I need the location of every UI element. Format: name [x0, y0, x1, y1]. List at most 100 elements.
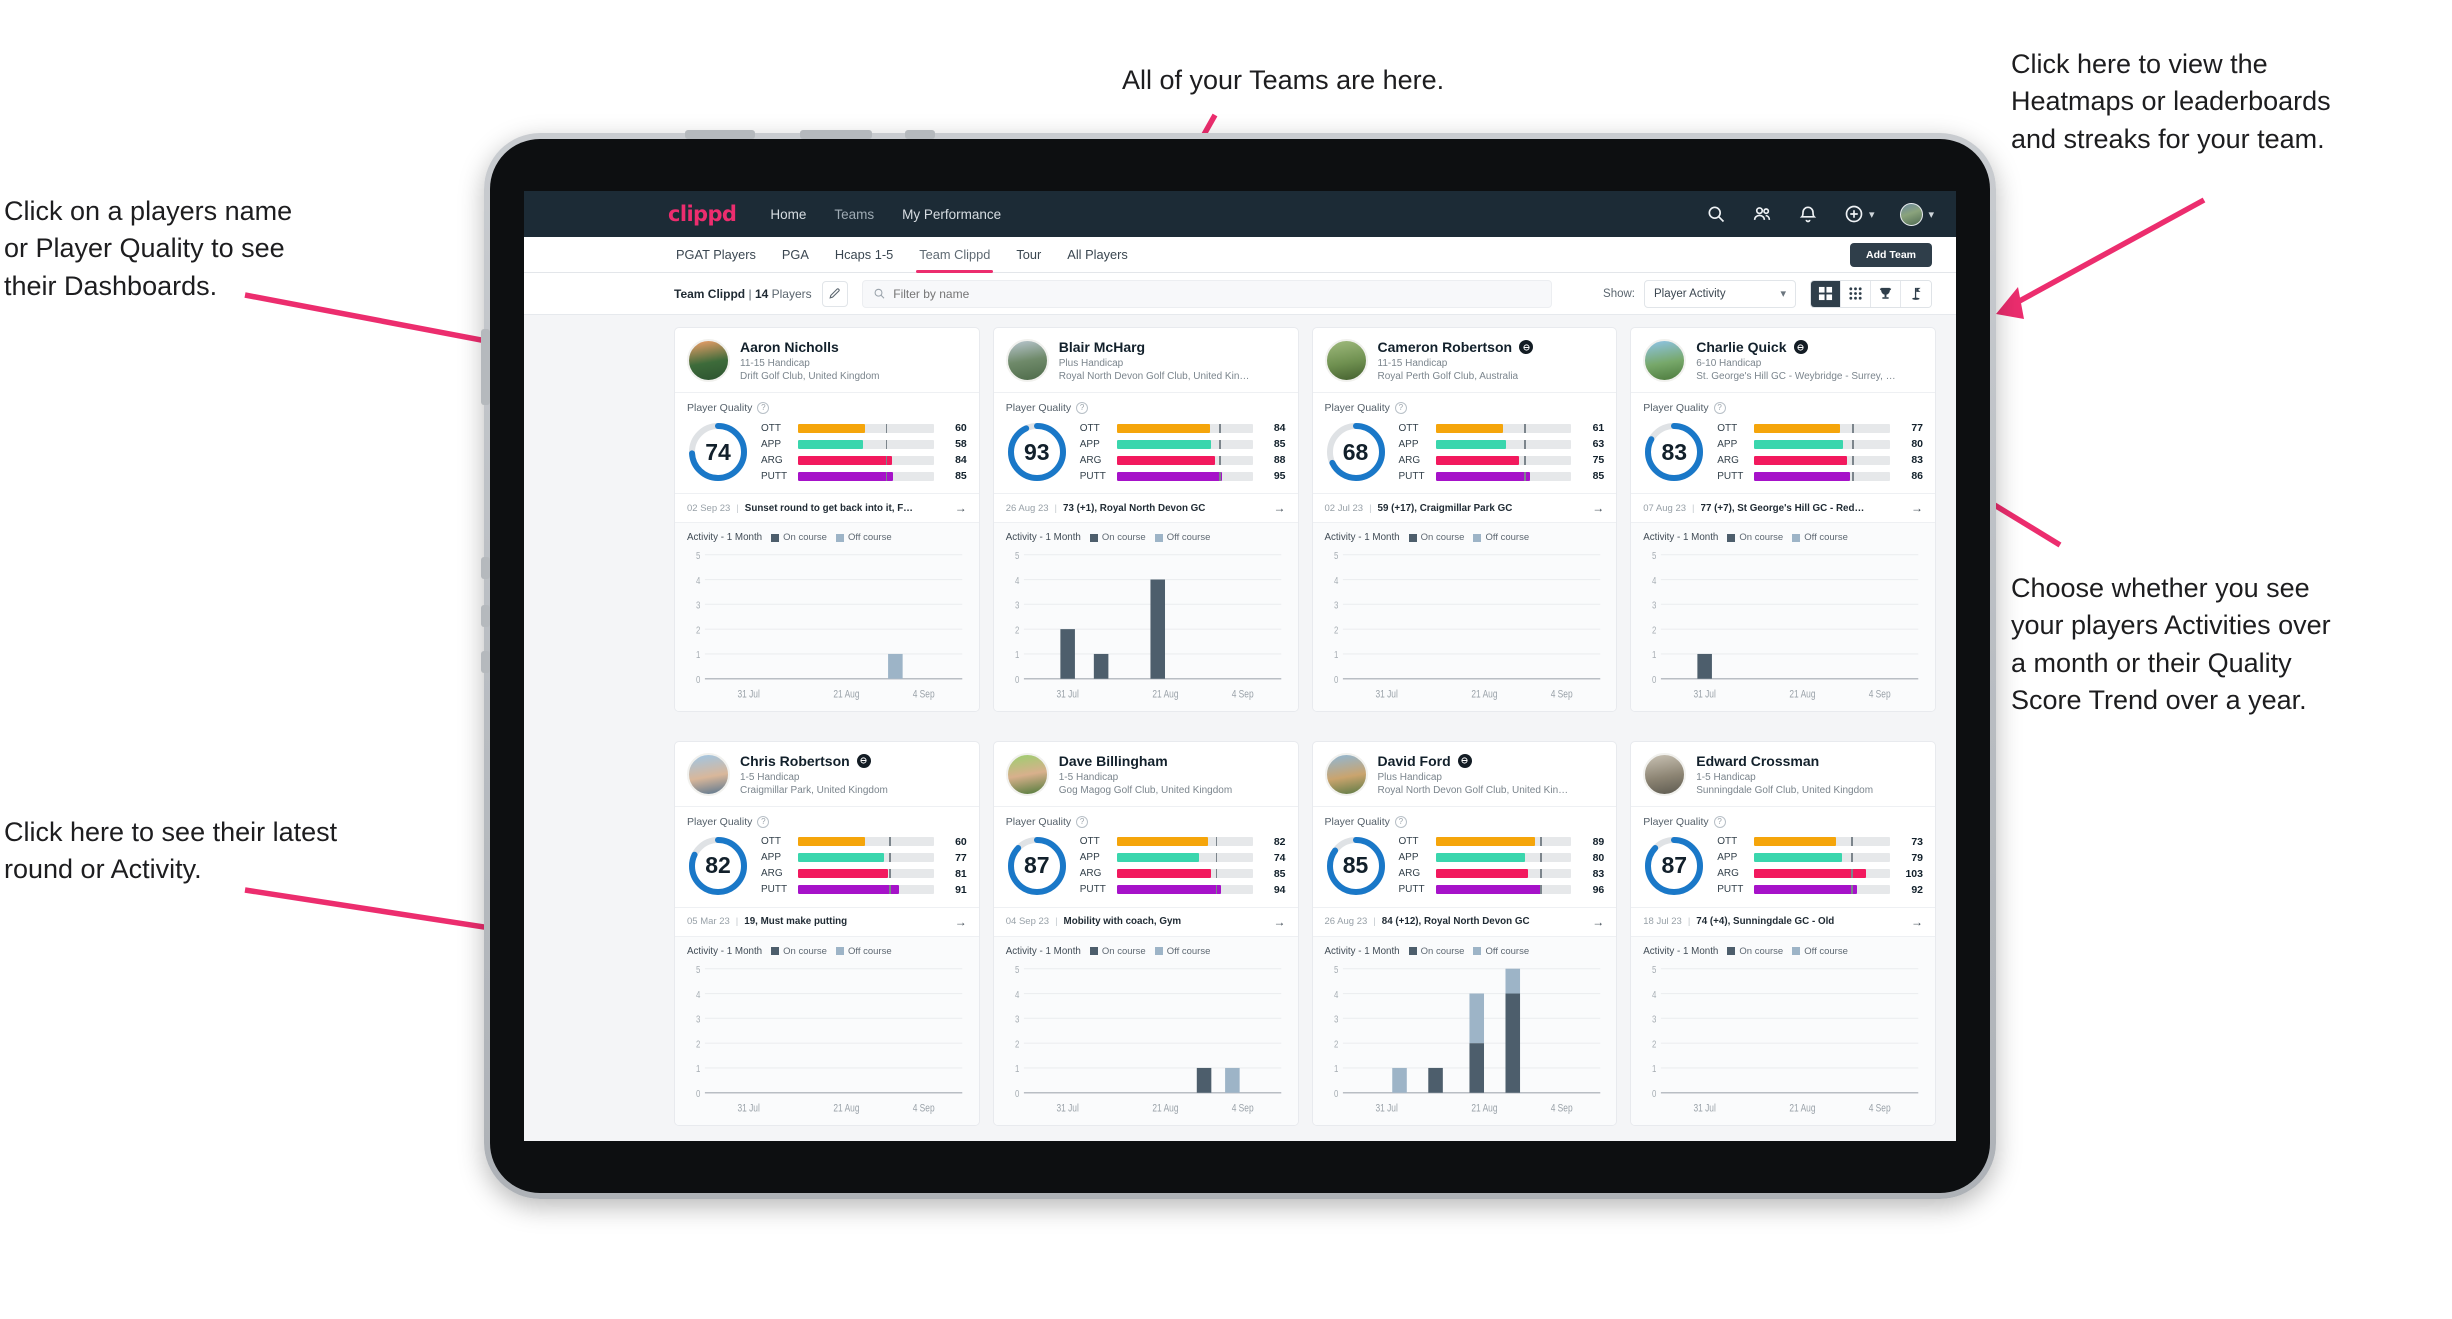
arrow-right-icon[interactable]: → — [1274, 501, 1286, 515]
activity-section: Activity - 1 Month On course Off course 5 4 3… — [993, 936, 1298, 1125]
help-icon[interactable]: ? — [1076, 402, 1089, 414]
nav-link-home[interactable]: Home — [770, 207, 806, 222]
edit-team-button[interactable] — [821, 280, 848, 307]
chevron-down-icon-user[interactable]: ▾ — [1928, 208, 1934, 221]
arrow-right-icon[interactable]: → — [1274, 915, 1286, 929]
arrow-right-icon[interactable]: → — [1911, 501, 1923, 515]
trophy-icon-button[interactable] — [1871, 280, 1901, 307]
player-quality-section[interactable]: Player Quality? 85 OTT 89 APP 80 ARG 83 PUTT 96 — [1312, 805, 1617, 907]
tab-hcaps-1-5[interactable]: Hcaps 1-5 — [835, 237, 893, 273]
nav-link-my-performance[interactable]: My Performance — [902, 207, 1001, 222]
golf-flag-icon-button[interactable] — [1901, 280, 1931, 307]
help-icon[interactable]: ? — [1394, 402, 1407, 414]
player-quality-section[interactable]: Player Quality? 83 OTT 77 APP 80 ARG 83 PUTT 86 — [1631, 392, 1935, 493]
player-photo[interactable] — [687, 752, 730, 796]
latest-round-row[interactable]: 07 Aug 23 | 77 (+7), St George's Hill GC -… — [1631, 493, 1935, 523]
svg-text:2: 2 — [1015, 625, 1019, 636]
player-card[interactable]: Blair McHarg Plus Handicap Royal North Dev… — [992, 327, 1299, 712]
player-card[interactable]: Aaron Nicholls 11-15 Handicap Drift Golf C… — [674, 327, 980, 712]
tab-all-players[interactable]: All Players — [1067, 237, 1127, 273]
player-name-row[interactable]: Blair McHarg — [1059, 339, 1250, 355]
player-name[interactable]: Charlie Quick — [1696, 339, 1786, 355]
latest-round-row[interactable]: 02 Jul 23 | 59 (+17), Craigmillar Park GC → — [1312, 493, 1617, 523]
quality-metric-benchmark-tick — [885, 423, 888, 433]
arrow-right-icon[interactable]: → — [1592, 501, 1604, 515]
clippd-logo[interactable]: clippd — [668, 202, 737, 226]
user-menu[interactable]: ▾ — [1900, 202, 1934, 226]
help-icon[interactable]: ? — [1713, 402, 1726, 414]
player-name[interactable]: Chris Robertson — [740, 753, 850, 769]
help-icon[interactable]: ? — [1076, 815, 1089, 828]
player-card[interactable]: Edward Crossman 1-5 Handicap Sunningdale G… — [1630, 740, 1936, 1126]
add-team-button[interactable]: Add Team — [1850, 243, 1932, 267]
arrow-right-icon[interactable]: → — [955, 915, 967, 929]
search-box[interactable] — [861, 279, 1552, 308]
player-photo[interactable] — [687, 339, 730, 382]
player-name[interactable]: Blair McHarg — [1059, 339, 1145, 355]
latest-round-row[interactable]: 26 Aug 23 | 73 (+1), Royal North Devon GC → — [993, 493, 1298, 523]
player-card[interactable]: Charlie Quick 6-10 Handicap St. George's H… — [1630, 327, 1936, 712]
help-icon[interactable]: ? — [757, 402, 770, 414]
player-name-row[interactable]: Chris Robertson — [740, 753, 888, 769]
player-name-row[interactable]: Cameron Robertson — [1378, 339, 1534, 355]
player-card[interactable]: David Ford Plus Handicap Royal North Devon… — [1311, 740, 1618, 1126]
chevron-down-icon-add[interactable]: ▾ — [1869, 208, 1875, 221]
player-quality-title: Player Quality? — [1325, 815, 1605, 828]
player-name[interactable]: Cameron Robertson — [1378, 339, 1513, 355]
player-quality-section[interactable]: Player Quality? 87 OTT 82 APP 74 ARG 85 PUTT 94 — [993, 805, 1298, 907]
player-photo[interactable] — [1643, 752, 1687, 796]
player-name-row[interactable]: Edward Crossman — [1696, 753, 1873, 769]
tab-pgat-players[interactable]: PGAT Players — [676, 237, 756, 273]
player-name[interactable]: Aaron Nicholls — [740, 339, 839, 355]
player-name[interactable]: Dave Billingham — [1059, 753, 1168, 769]
player-photo[interactable] — [1643, 339, 1687, 382]
player-card[interactable]: Dave Billingham 1-5 Handicap Gog Magog Gol… — [992, 740, 1299, 1126]
latest-round-row[interactable]: 04 Sep 23 | Mobility with coach, Gym → — [993, 906, 1298, 937]
player-quality-section[interactable]: Player Quality? 82 OTT 60 APP 77 ARG 81 PUTT 91 — [675, 805, 979, 907]
latest-round-row[interactable]: 26 Aug 23 | 84 (+12), Royal North Devon GC… — [1312, 906, 1617, 937]
search-input[interactable] — [893, 286, 1541, 301]
bell-icon[interactable] — [1798, 204, 1818, 224]
player-name[interactable]: David Ford — [1378, 753, 1451, 769]
player-card[interactable]: Chris Robertson 1-5 Handicap Craigmillar P… — [674, 740, 980, 1126]
player-name-row[interactable]: Aaron Nicholls — [740, 339, 880, 355]
player-name-row[interactable]: Charlie Quick — [1696, 339, 1895, 355]
quality-metric-fill — [798, 837, 865, 846]
help-icon[interactable]: ? — [1713, 815, 1726, 828]
help-icon[interactable]: ? — [1394, 815, 1407, 828]
player-photo[interactable] — [1005, 752, 1049, 796]
tab-pga[interactable]: PGA — [782, 237, 809, 273]
avatar[interactable] — [1900, 202, 1924, 226]
latest-round-row[interactable]: 02 Sep 23 | Sunset round to get back into … — [675, 493, 979, 523]
activity-header: Activity - 1 Month On course Off course — [1006, 946, 1286, 957]
player-name[interactable]: Edward Crossman — [1696, 753, 1819, 769]
arrow-right-icon[interactable]: → — [955, 501, 967, 515]
plus-circle-icon[interactable] — [1844, 204, 1864, 224]
player-photo[interactable] — [1324, 339, 1368, 382]
quality-metric-label: OTT — [1717, 836, 1738, 847]
arrow-right-icon[interactable]: → — [1592, 915, 1604, 929]
arrow-right-icon[interactable]: → — [1911, 915, 1923, 929]
latest-round-row[interactable]: 18 Jul 23 | 74 (+4), Sunningdale GC - Old → — [1631, 906, 1935, 937]
player-quality-section[interactable]: Player Quality? 68 OTT 61 APP 63 ARG 75 PUTT 85 — [1312, 392, 1617, 493]
player-quality-section[interactable]: Player Quality? 87 OTT 73 APP 79 ARG 103 PUTT 92 — [1631, 805, 1935, 907]
show-label: Show: — [1603, 287, 1635, 300]
player-name-row[interactable]: David Ford — [1378, 753, 1569, 769]
player-quality-section[interactable]: Player Quality? 74 OTT 60 APP 58 ARG 84 PUTT 85 — [675, 392, 979, 493]
tab-tour[interactable]: Tour — [1016, 237, 1041, 273]
player-photo[interactable] — [1005, 339, 1049, 382]
search-icon[interactable] — [1706, 204, 1726, 224]
people-icon[interactable] — [1752, 204, 1772, 224]
latest-round-row[interactable]: 05 Mar 23 | 19, Must make putting → — [675, 906, 979, 937]
help-icon[interactable]: ? — [757, 815, 770, 828]
show-select[interactable]: Player Activity ▾ — [1644, 279, 1796, 308]
player-card[interactable]: Cameron Robertson 11-15 Handicap Royal Per… — [1311, 327, 1618, 712]
player-name-row[interactable]: Dave Billingham — [1059, 753, 1232, 769]
tab-team-clippd[interactable]: Team Clippd — [916, 237, 994, 273]
player-photo[interactable] — [1324, 752, 1368, 796]
nav-link-teams[interactable]: Teams — [834, 207, 874, 222]
player-quality-section[interactable]: Player Quality? 93 OTT 84 APP 85 ARG 88 PUTT 95 — [993, 392, 1298, 493]
grid-view-icon-button[interactable] — [1811, 280, 1841, 307]
view-toggle-group — [1810, 279, 1932, 308]
dots-grid-icon-button[interactable] — [1841, 280, 1871, 307]
